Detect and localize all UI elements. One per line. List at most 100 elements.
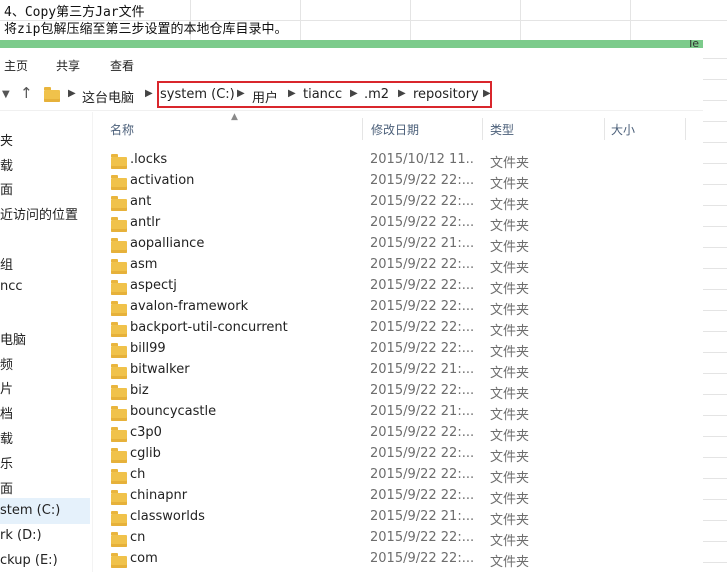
nav-item-user[interactable]: ncc — [0, 279, 23, 294]
file-name: biz — [130, 383, 149, 398]
breadcrumb-separator-icon[interactable]: ▶ — [68, 88, 76, 99]
table-row[interactable]: asm 2015/9/22 22:... 文件夹 — [95, 255, 703, 276]
file-date: 2015/9/22 22:... — [370, 257, 474, 272]
table-row[interactable]: activation 2015/9/22 22:... 文件夹 — [95, 171, 703, 192]
table-row[interactable]: bouncycastle 2015/9/22 21:... 文件夹 — [95, 402, 703, 423]
table-row[interactable]: antlr 2015/9/22 22:... 文件夹 — [95, 213, 703, 234]
file-name: bouncycastle — [130, 404, 217, 419]
table-row[interactable]: aopalliance 2015/9/22 21:... 文件夹 — [95, 234, 703, 255]
nav-item-downloads-2[interactable]: 载 — [0, 428, 13, 447]
column-name[interactable]: 名称 — [110, 121, 134, 138]
nav-item-drive-c[interactable]: stem (C:) — [0, 503, 60, 518]
sort-ascending-icon: ▲ — [231, 112, 238, 122]
file-date: 2015/9/22 22:... — [370, 551, 474, 566]
table-row[interactable]: cglib 2015/9/22 22:... 文件夹 — [95, 444, 703, 465]
table-row[interactable]: ant 2015/9/22 22:... 文件夹 — [95, 192, 703, 213]
file-name: antlr — [130, 215, 161, 230]
file-type: 文件夹 — [490, 534, 530, 549]
file-name: aspectj — [130, 278, 177, 293]
file-type: 文件夹 — [490, 156, 530, 171]
file-type: 文件夹 — [490, 429, 530, 444]
table-row[interactable]: avalon-framework 2015/9/22 22:... 文件夹 — [95, 297, 703, 318]
table-row[interactable]: chinapnr 2015/9/22 22:... 文件夹 — [95, 486, 703, 507]
nav-item-documents[interactable]: 档 — [0, 403, 13, 422]
breadcrumb-separator-icon[interactable]: ▶ — [145, 88, 153, 99]
file-name: c3p0 — [130, 425, 162, 440]
file-type: 文件夹 — [490, 555, 530, 570]
table-row[interactable]: biz 2015/9/22 22:... 文件夹 — [95, 381, 703, 402]
file-date: 2015/9/22 22:... — [370, 383, 474, 398]
column-size[interactable]: 大小 — [611, 121, 635, 138]
file-name: cn — [130, 530, 146, 545]
file-name: classworlds — [130, 509, 205, 524]
table-row[interactable]: backport-util-concurrent 2015/9/22 22:...… — [95, 318, 703, 339]
file-date: 2015/9/22 21:... — [370, 404, 474, 419]
file-date: 2015/10/12 11... — [370, 152, 474, 167]
file-name: com — [130, 551, 158, 566]
file-type: 文件夹 — [490, 198, 530, 213]
explorer-window: Te 主页 共享 查看 ▼ ↑ ▶ 这台电脑 ▶ system (C:) ▶ 用… — [0, 40, 703, 572]
nav-item-recent-places[interactable]: 近访问的位置 — [0, 204, 78, 223]
title-accent-bar: Te — [0, 40, 703, 50]
file-name: bill99 — [130, 341, 166, 356]
nav-item-pictures[interactable]: 片 — [0, 378, 13, 397]
file-type: 文件夹 — [490, 324, 530, 339]
file-date: 2015/9/22 22:... — [370, 488, 474, 503]
file-date: 2015/9/22 22:... — [370, 194, 474, 209]
table-row[interactable]: c3p0 2015/9/22 22:... 文件夹 — [95, 423, 703, 444]
nav-item-downloads[interactable]: 载 — [0, 155, 13, 174]
table-row[interactable]: bitwalker 2015/9/22 21:... 文件夹 — [95, 360, 703, 381]
chevron-down-icon[interactable]: ▼ — [2, 89, 10, 100]
nav-item-homegroup[interactable]: 组 — [0, 254, 13, 273]
nav-item-music[interactable]: 乐 — [0, 453, 13, 472]
folder-icon — [111, 553, 127, 572]
file-type: 文件夹 — [490, 303, 530, 318]
tab-view[interactable]: 查看 — [110, 57, 134, 74]
table-row[interactable]: classworlds 2015/9/22 21:... 文件夹 — [95, 507, 703, 528]
file-date: 2015/9/22 21:... — [370, 509, 474, 524]
breadcrumb-this-pc[interactable]: 这台电脑 — [82, 87, 134, 106]
table-row[interactable]: aspectj 2015/9/22 22:... 文件夹 — [95, 276, 703, 297]
nav-item-drive-d[interactable]: rk (D:) — [0, 528, 42, 543]
file-date: 2015/9/22 22:... — [370, 173, 474, 188]
file-name: bitwalker — [130, 362, 190, 377]
file-type: 文件夹 — [490, 513, 530, 528]
file-date: 2015/9/22 22:... — [370, 467, 474, 482]
table-row[interactable]: cn 2015/9/22 22:... 文件夹 — [95, 528, 703, 549]
nav-item-this-pc[interactable]: 电脑 — [0, 329, 26, 348]
column-date-modified[interactable]: 修改日期 — [371, 121, 419, 138]
table-row[interactable]: .locks 2015/10/12 11... 文件夹 — [95, 150, 703, 171]
up-arrow-icon[interactable]: ↑ — [20, 84, 33, 102]
spreadsheet-background: 4、Copy第三方Jar文件 将zip包解压缩至第三步设置的本地仓库目录中。 — [0, 0, 727, 40]
table-row[interactable]: ch 2015/9/22 22:... 文件夹 — [95, 465, 703, 486]
column-type[interactable]: 类型 — [490, 121, 514, 138]
nav-item-desktop[interactable]: 面 — [0, 179, 13, 198]
file-date: 2015/9/22 22:... — [370, 446, 474, 461]
nav-item-favorites[interactable]: 夹 — [0, 130, 13, 149]
table-row[interactable]: bill99 2015/9/22 22:... 文件夹 — [95, 339, 703, 360]
file-date: 2015/9/22 21:... — [370, 362, 474, 377]
file-type: 文件夹 — [490, 219, 530, 234]
file-name: activation — [130, 173, 195, 188]
nav-item-drive-e[interactable]: ckup (E:) — [0, 553, 58, 568]
folder-icon — [44, 87, 60, 105]
tab-home[interactable]: 主页 — [4, 57, 28, 74]
tab-share[interactable]: 共享 — [56, 57, 80, 74]
path-highlight-box — [157, 81, 492, 108]
note-line-1: 4、Copy第三方Jar文件 — [4, 5, 145, 20]
nav-item-videos[interactable]: 频 — [0, 354, 13, 373]
file-date: 2015/9/22 22:... — [370, 299, 474, 314]
column-header: ▲ 名称 修改日期 类型 大小 — [95, 112, 703, 144]
file-name: cglib — [130, 446, 161, 461]
navigation-pane: 夹 载 面 近访问的位置 组 ncc 电脑 频 片 档 载 乐 面 stem (… — [0, 112, 93, 572]
file-name: chinapnr — [130, 488, 188, 503]
file-date: 2015/9/22 21:... — [370, 236, 474, 251]
nav-item-desktop-2[interactable]: 面 — [0, 478, 13, 497]
note-line-2: 将zip包解压缩至第三步设置的本地仓库目录中。 — [4, 22, 288, 37]
file-name: ch — [130, 467, 146, 482]
file-type: 文件夹 — [490, 450, 530, 465]
file-name: avalon-framework — [130, 299, 249, 314]
file-type: 文件夹 — [490, 408, 530, 423]
file-name: aopalliance — [130, 236, 205, 251]
table-row[interactable]: com 2015/9/22 22:... 文件夹 — [95, 549, 703, 570]
